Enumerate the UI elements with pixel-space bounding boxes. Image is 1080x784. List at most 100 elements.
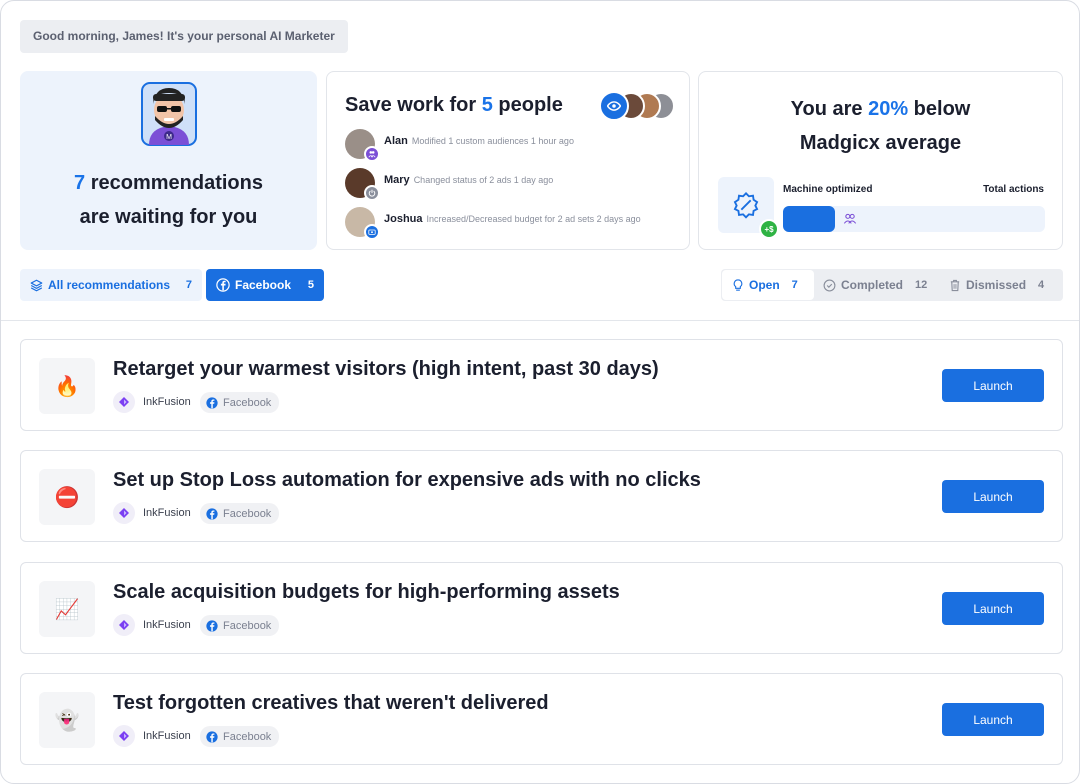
person-row-mary: Mary Changed status of 2 ads 1 day ago	[345, 168, 685, 201]
account-chip: InkFusion	[113, 725, 191, 747]
fire-icon: 🔥	[39, 358, 95, 414]
eye-icon	[607, 101, 621, 111]
recommendations-line1: recommendations	[85, 172, 263, 194]
inkfusion-logo-icon	[113, 391, 135, 413]
recommendation-card[interactable]: 📈 Scale acquisition budgets for high-per…	[20, 562, 1063, 654]
total-actions-label: Total actions	[983, 184, 1044, 195]
person-name: Alan	[384, 135, 408, 147]
check-circle-icon	[823, 279, 836, 292]
trash-icon	[949, 279, 961, 292]
benchmark-percent: 20%	[868, 98, 909, 120]
savings-badge: +$	[759, 219, 779, 239]
facebook-icon	[216, 278, 230, 292]
save-work-title: Save work for 5 people	[345, 94, 563, 117]
launch-button[interactable]: Launch	[942, 592, 1044, 625]
save-work-title-suffix: people	[492, 94, 563, 116]
machine-optimized-fill	[783, 206, 835, 232]
account-name: InkFusion	[143, 619, 191, 631]
recommendation-card[interactable]: 🔥 Retarget your warmest visitors (high i…	[20, 339, 1063, 431]
platform-name: Facebook	[223, 396, 272, 409]
platform-chip: Facebook	[200, 392, 280, 413]
tab-dismissed-count: 4	[1038, 279, 1045, 291]
tab-completed-count: 12	[915, 279, 928, 291]
facebook-icon	[206, 730, 218, 743]
recommendation-title: Retarget your warmest visitors (high int…	[113, 358, 659, 380]
tab-all-label: All recommendations	[48, 278, 171, 292]
facebook-icon	[206, 507, 218, 520]
recommendation-title: Scale acquisition budgets for high-perfo…	[113, 581, 620, 603]
recommendation-title: Set up Stop Loss automation for expensiv…	[113, 469, 701, 491]
account-chip: InkFusion	[113, 502, 191, 524]
benchmark-card: You are 20% below Madgicx average +$ Mac…	[698, 71, 1063, 250]
recommendation-card[interactable]: ⛔ Set up Stop Loss automation for expens…	[20, 450, 1063, 542]
recommendation-title: Test forgotten creatives that weren't de…	[113, 692, 549, 714]
benchmark-prefix: You are	[790, 98, 869, 120]
recommendations-page: Good morning, James! It's your personal …	[0, 0, 1080, 784]
actions-progress-bar	[783, 206, 1045, 232]
tab-completed-label: Completed	[841, 278, 904, 292]
platform-chip: Facebook	[200, 503, 280, 524]
svg-text:M: M	[166, 134, 172, 141]
greeting-banner: Good morning, James! It's your personal …	[20, 20, 348, 53]
tab-completed[interactable]: Completed 12	[823, 269, 927, 301]
person-row-alan: Alan Modified 1 custom audiences 1 hour a…	[345, 129, 685, 162]
tab-facebook-label: Facebook	[235, 278, 292, 292]
save-work-card: Save work for 5 people Alan Modified 1 cu…	[326, 71, 690, 250]
account-name: InkFusion	[143, 396, 191, 408]
launch-button[interactable]: Launch	[942, 480, 1044, 513]
ai-marketer-avatar: M	[141, 82, 197, 146]
account-chip: InkFusion	[113, 391, 191, 413]
section-divider	[1, 320, 1079, 321]
recommendations-summary-card: M 7 recommendations are waiting for you	[20, 71, 317, 250]
account-name: InkFusion	[143, 507, 191, 519]
person-name: Mary	[384, 174, 410, 186]
save-work-count: 5	[481, 94, 493, 116]
platform-name: Facebook	[223, 619, 272, 632]
recommendations-line2: are waiting for you	[79, 206, 258, 228]
inkfusion-logo-icon	[113, 614, 135, 636]
inkfusion-logo-icon	[113, 725, 135, 747]
person-row-joshua: Joshua Increased/Decreased budget for 2 a…	[345, 207, 685, 240]
platform-chip: Facebook	[200, 726, 280, 747]
launch-button[interactable]: Launch	[942, 369, 1044, 402]
chart-increasing-icon: 📈	[39, 581, 95, 637]
person-action: Increased/Decreased budget for 2 ad sets…	[426, 214, 641, 224]
machine-optimized-label: Machine optimized	[783, 184, 873, 195]
facebook-icon	[206, 619, 218, 632]
no-entry-icon: ⛔	[39, 469, 95, 525]
facebook-icon	[206, 396, 218, 409]
account-name: InkFusion	[143, 730, 191, 742]
platform-name: Facebook	[223, 730, 272, 743]
layers-icon	[30, 279, 43, 292]
tab-open-count: 7	[791, 279, 798, 291]
benchmark-suffix: below	[908, 98, 971, 120]
save-work-title-prefix: Save work for	[345, 94, 482, 116]
tab-facebook-count: 5	[307, 279, 314, 291]
person-name: Joshua	[384, 213, 423, 225]
budget-icon	[364, 224, 380, 240]
benchmark-line2: Madgicx average	[799, 132, 962, 154]
audience-icon	[364, 146, 380, 162]
status-tabs: Open 7 Completed 12 Dismissed 4	[721, 269, 1063, 301]
tab-dismissed[interactable]: Dismissed 4	[949, 269, 1044, 301]
people-icon	[843, 213, 857, 224]
person-action: Modified 1 custom audiences 1 hour ago	[411, 136, 574, 146]
tab-dismissed-label: Dismissed	[966, 278, 1027, 292]
account-chip: InkFusion	[113, 614, 191, 636]
platform-chip: Facebook	[200, 615, 280, 636]
inkfusion-logo-icon	[113, 502, 135, 524]
tab-all-count: 7	[185, 279, 192, 291]
view-people-button[interactable]	[599, 91, 629, 121]
recommendations-waiting-text: 7 recommendations are waiting for you	[21, 166, 316, 234]
tab-open-label: Open	[749, 278, 780, 292]
recommendations-count: 7	[74, 172, 86, 194]
benchmark-title: You are 20% below Madgicx average	[699, 92, 1062, 160]
tab-open[interactable]: Open 7	[722, 270, 814, 300]
tab-facebook[interactable]: Facebook 5	[206, 269, 324, 301]
recommendation-card[interactable]: 👻 Test forgotten creatives that weren't …	[20, 673, 1063, 765]
tab-all-recommendations[interactable]: All recommendations 7	[20, 269, 202, 301]
launch-button[interactable]: Launch	[942, 703, 1044, 736]
platform-name: Facebook	[223, 507, 272, 520]
person-action: Changed status of 2 ads 1 day ago	[413, 175, 554, 185]
ghost-icon: 👻	[39, 692, 95, 748]
